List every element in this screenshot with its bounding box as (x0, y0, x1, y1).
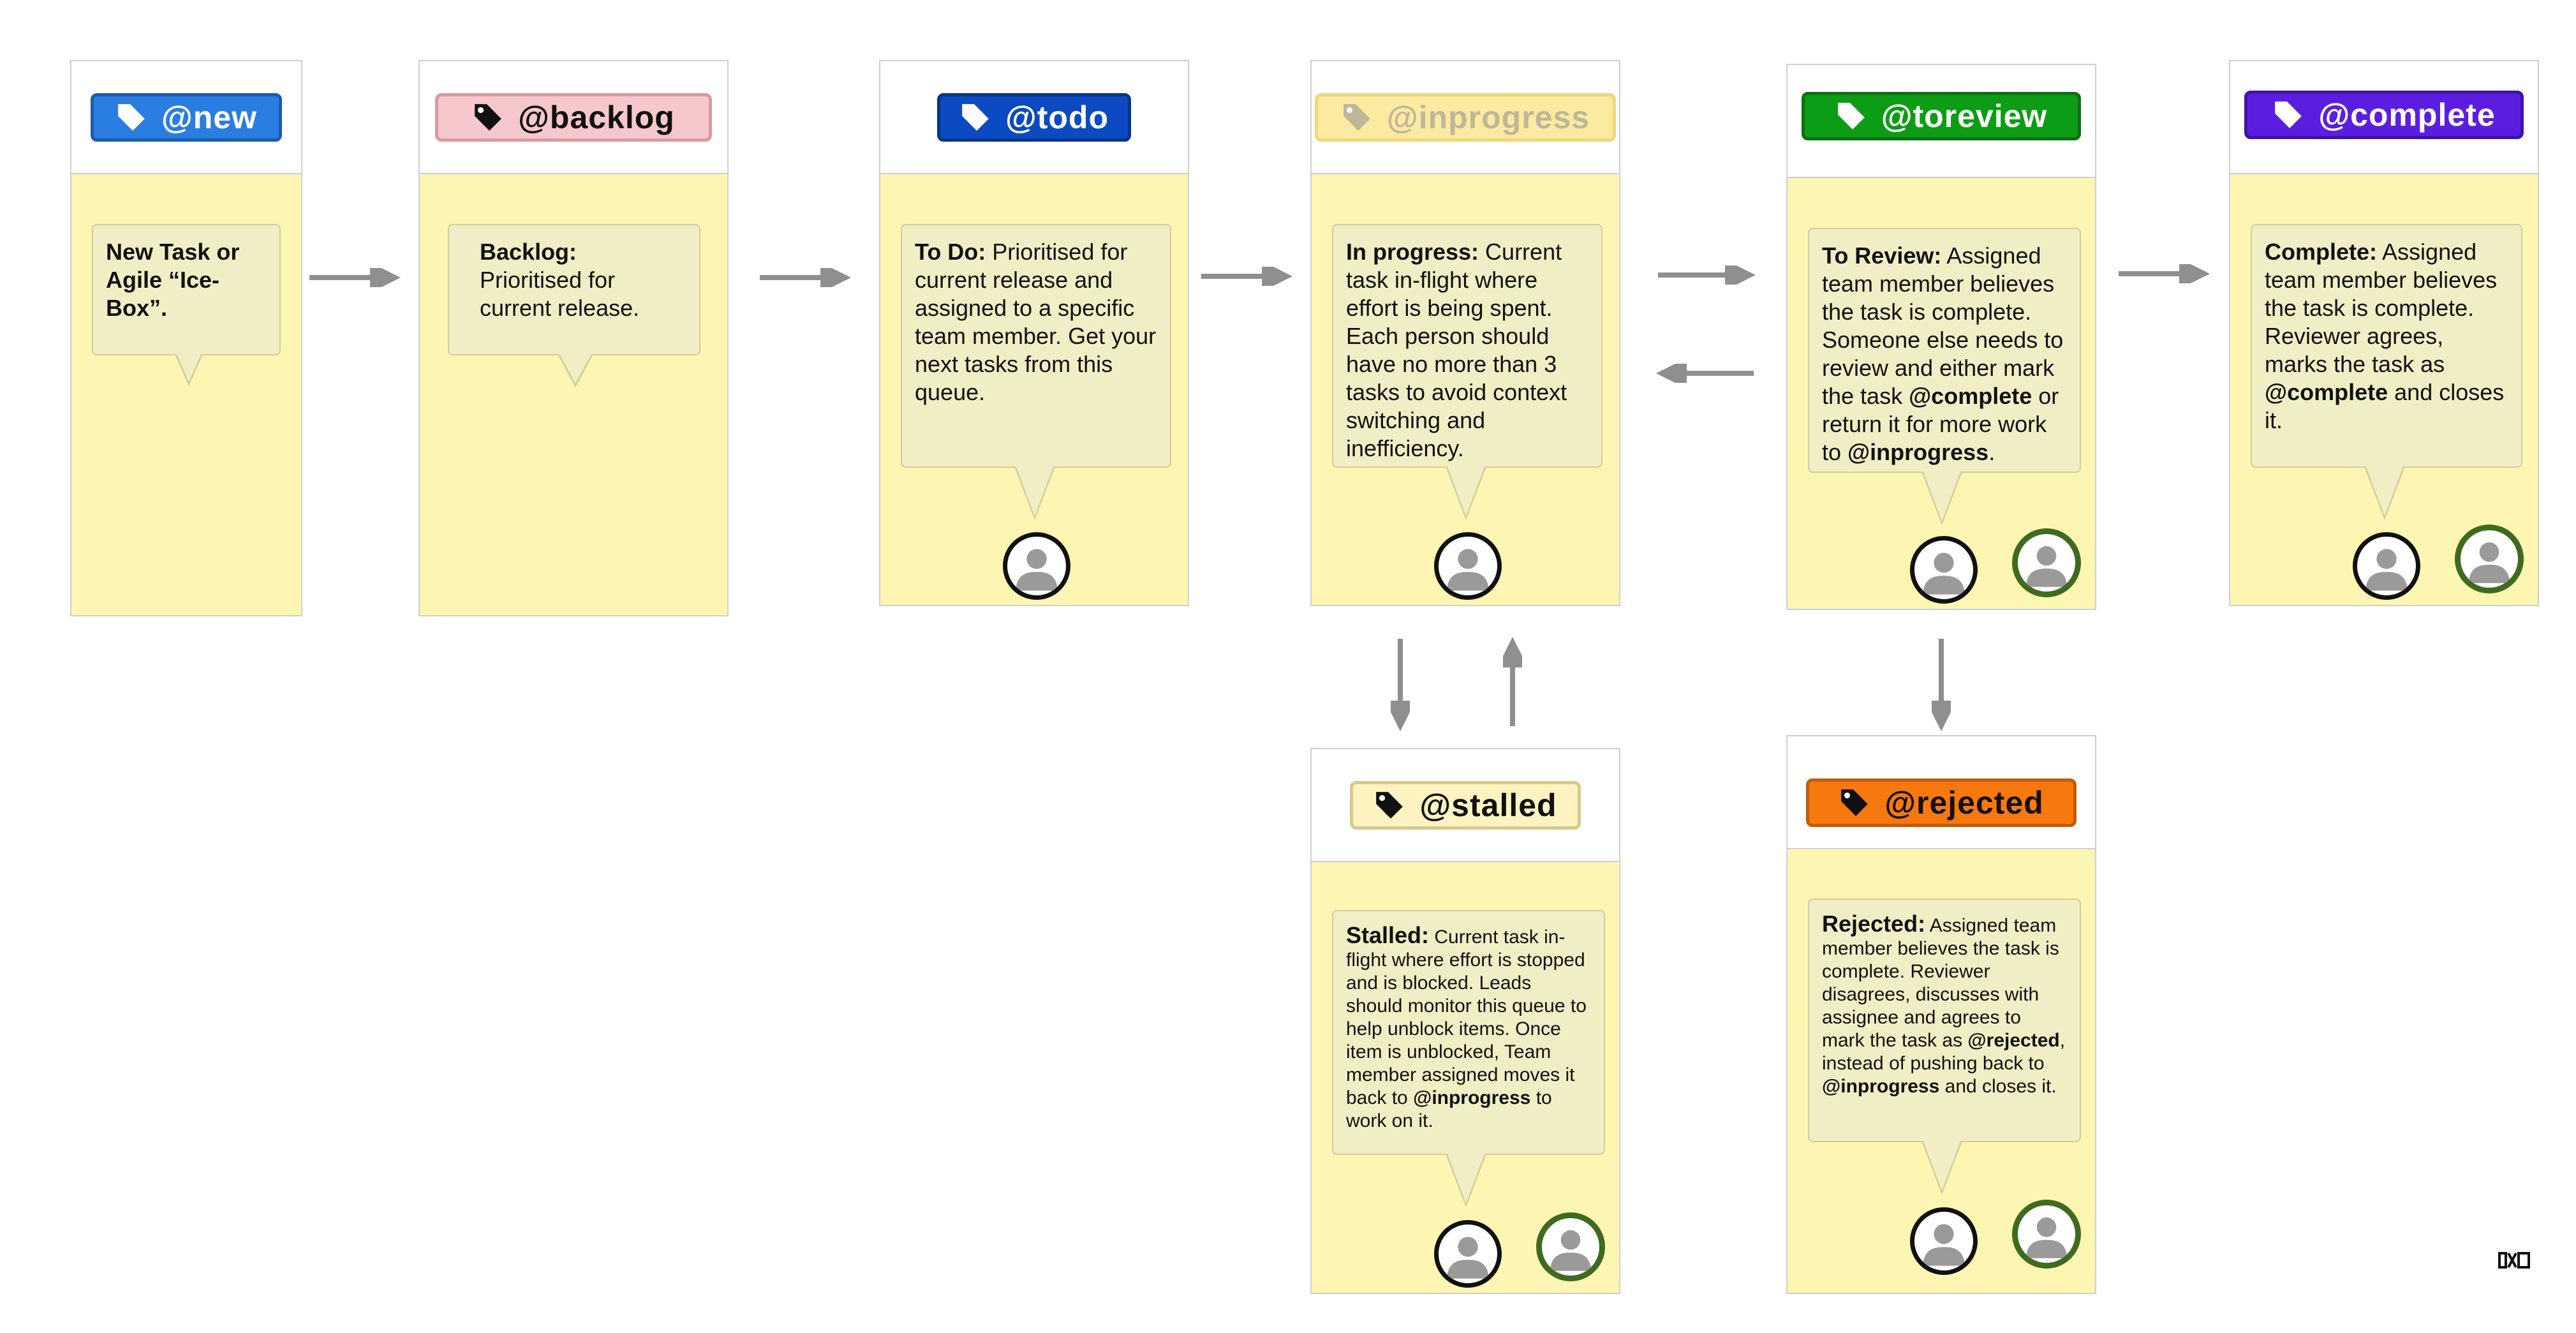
column-header: @backlog (420, 61, 727, 174)
bubble-text: . (1988, 439, 1995, 465)
column-header: @todo (880, 61, 1188, 174)
tag-rejected[interactable]: @rejected (1806, 778, 2076, 827)
column-inprogress: @inprogress In progress: Current task in… (1310, 60, 1620, 606)
column-header: @new (71, 61, 301, 174)
assignee-avatar[interactable] (1434, 1220, 1502, 1288)
keyword-complete: @complete (1909, 383, 2032, 409)
tag-toreview[interactable]: @toreview (1802, 92, 2081, 140)
bubble-text: and closes it. (1939, 1076, 2057, 1097)
column-header: @inprogress (1312, 61, 1619, 174)
keyword-inprogress: @inprogress (1847, 439, 1989, 465)
column-todo: @todo To Do: Prioritised for current rel… (879, 60, 1189, 606)
tag-icon (115, 101, 147, 133)
bubble-heading: Rejected: (1822, 911, 1926, 937)
column-header: @complete (2230, 61, 2538, 174)
description-bubble: To Review: Assigned team member believes… (1808, 228, 2081, 525)
reviewer-avatar[interactable] (2012, 528, 2081, 597)
description-bubble: In progress: Current task in-flight wher… (1332, 224, 1603, 520)
reviewer-avatar-icon (2018, 1205, 2075, 1263)
keyword-inprogress: @inprogress (1822, 1076, 1940, 1097)
column-toreview: @toreview To Review: Assigned team membe… (1786, 64, 2096, 610)
arrow-todo-to-inprogress (1201, 267, 1292, 286)
tag-label: @toreview (1881, 98, 2048, 134)
description-bubble: To Do: Prioritised for current release a… (901, 224, 1171, 520)
description-bubble: New Task or Agile “Ice-Box”. (92, 224, 281, 386)
assignee-avatar[interactable] (2353, 532, 2420, 600)
reviewer-avatar-icon (1542, 1218, 1599, 1276)
column-header: @toreview (1788, 65, 2095, 178)
arrow-stalled-to-inprogress (1503, 637, 1522, 726)
tag-complete[interactable]: @complete (2244, 91, 2524, 139)
logo-icon (2498, 1252, 2530, 1269)
arrow-inprogress-to-toreview (1658, 265, 1756, 285)
column-complete: @complete Complete: Assigned team member… (2229, 60, 2539, 606)
bubble-heading: To Review: (1822, 242, 1942, 269)
description-bubble: Complete: Assigned team member believes … (2251, 224, 2522, 520)
arrow-toreview-to-rejected (1932, 639, 1951, 731)
assignee-avatar[interactable] (1910, 536, 1978, 604)
bubble-heading: Stalled: (1346, 922, 1430, 948)
assignee-avatar[interactable] (1003, 532, 1070, 600)
tag-label: @todo (1005, 100, 1109, 135)
keyword-complete: @complete (2265, 379, 2388, 405)
column-stalled: @stalled Stalled: Current task in-flight… (1310, 748, 1620, 1294)
bubble-text: Prioritised for current release. (480, 267, 640, 321)
description-bubble: Rejected: Assigned team member believes … (1808, 898, 2081, 1195)
reviewer-avatar[interactable] (2455, 525, 2524, 593)
tag-icon (1839, 787, 1870, 819)
description-bubble: Stalled: Current task in-flight where ef… (1332, 910, 1605, 1207)
reviewer-avatar[interactable] (1536, 1212, 1605, 1281)
tag-label: @stalled (1419, 787, 1557, 823)
column-new: @new New Task or Agile “Ice-Box”. (70, 60, 302, 616)
bubble-heading: In progress: (1346, 239, 1479, 265)
tag-icon (2272, 99, 2304, 131)
bubble-heading: Complete: (2265, 239, 2378, 265)
column-rejected: @rejected Rejected: Assigned team member… (1786, 735, 2096, 1294)
arrow-toreview-to-complete (2119, 264, 2210, 283)
tag-stalled[interactable]: @stalled (1350, 781, 1581, 830)
user-avatar-icon (1914, 540, 1973, 599)
keyword-rejected: @rejected (1967, 1030, 2060, 1051)
column-header: @stalled (1312, 749, 1619, 862)
tag-icon (1373, 789, 1405, 821)
column-backlog: @backlog Backlog: Prioritised for curren… (418, 60, 729, 616)
column-header: @rejected (1788, 736, 2095, 849)
bubble-heading: Backlog: (480, 239, 577, 265)
assignee-avatar[interactable] (1910, 1207, 1978, 1275)
bubble-heading: To Do: (915, 239, 986, 265)
bubble-heading: New Task or Agile “Ice-Box”. (106, 239, 240, 321)
tag-icon (959, 101, 991, 133)
tag-label: @backlog (518, 100, 675, 135)
assignee-avatar[interactable] (1434, 532, 1502, 600)
user-avatar-icon (1914, 1212, 1973, 1270)
tag-icon (1835, 100, 1867, 132)
tag-new[interactable]: @new (91, 93, 282, 142)
tag-todo[interactable]: @todo (937, 93, 1131, 142)
arrow-inprogress-to-stalled (1391, 639, 1410, 731)
tag-label: @complete (2318, 97, 2496, 133)
tag-label: @rejected (1884, 785, 2044, 821)
description-bubble: Backlog: Prioritised for current release… (448, 224, 700, 387)
reviewer-avatar[interactable] (2012, 1200, 2081, 1269)
arrow-new-to-backlog (309, 268, 401, 287)
arrow-toreview-to-inprogress (1656, 364, 1754, 383)
user-avatar-icon (2357, 537, 2416, 595)
user-avatar-icon (1439, 1225, 1497, 1283)
bubble-text: Current task in-flight where effort is b… (1346, 239, 1567, 461)
reviewer-avatar-icon (2018, 534, 2075, 592)
bubble-text: Current task in-flight where effort is s… (1346, 927, 1587, 1108)
keyword-inprogress: @inprogress (1413, 1087, 1531, 1108)
reviewer-avatar-icon (2461, 530, 2518, 588)
user-avatar-icon (1007, 537, 1066, 595)
tag-backlog[interactable]: @backlog (435, 93, 712, 142)
tag-icon (472, 101, 504, 133)
tag-label: @new (161, 100, 257, 135)
arrow-backlog-to-todo (760, 268, 851, 287)
tag-inprogress[interactable]: @inprogress (1315, 93, 1616, 142)
tag-icon (1341, 101, 1373, 133)
tag-label: @inprogress (1386, 100, 1590, 135)
user-avatar-icon (1439, 537, 1497, 595)
